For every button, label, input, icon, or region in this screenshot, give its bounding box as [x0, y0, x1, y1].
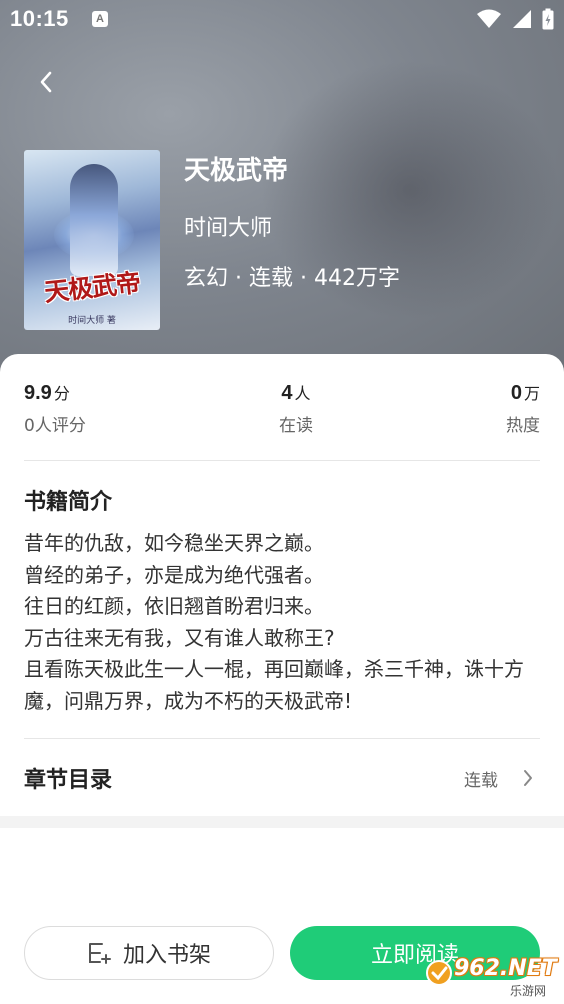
reading-unit: 人 [294, 384, 311, 403]
rating-stat: 9.9 分 0人评分 [24, 380, 86, 436]
heat-value: 0 [510, 382, 522, 404]
add-to-shelf-label: 加入书架 [122, 943, 211, 968]
chevron-right-icon [524, 770, 532, 786]
book-title: 天极武帝 [184, 156, 289, 186]
cover-figure [70, 164, 118, 276]
heat-label: 热度 [506, 416, 540, 436]
site-watermark: 962.NET 乐游网 [424, 954, 558, 1000]
intro-text: 昔年的仇敌，如今稳坐天界之巅。 曾经的弟子，亦是成为绝代强者。 往日的红颜，依旧… [24, 528, 544, 717]
notification-icon: A [92, 11, 108, 27]
back-button[interactable] [28, 62, 64, 102]
add-bookshelf-icon [88, 943, 111, 964]
divider [24, 738, 540, 739]
book-meta: 玄幻 · 连载 · 442万字 [184, 266, 400, 291]
book-cover[interactable]: 天极武帝 时间大师 著 [24, 150, 160, 330]
wifi-icon [477, 9, 501, 28]
divider [24, 460, 540, 461]
intro-line: 且看陈天极此生一人一棍，再回巅峰，杀三千神，诛十方魔，问鼎万界，成为不朽的天极武… [24, 657, 524, 713]
heat-stat: 0万 热度 [506, 380, 540, 436]
rating-value: 9.9 [24, 382, 52, 404]
status-bar: 10:15 A [0, 0, 564, 40]
intro-line: 曾经的弟子，亦是成为绝代强者。 [24, 562, 324, 587]
intro-line: 昔年的仇敌，如今稳坐天界之巅。 [24, 531, 324, 555]
heat-unit: 万 [523, 384, 540, 403]
chapter-list-row[interactable]: 章节目录 连载 [0, 748, 564, 812]
reading-stat: 4人 在读 [240, 380, 352, 436]
watermark-logo-text: 962.NET [454, 956, 557, 981]
toc-status: 连载 [464, 771, 498, 791]
watermark-logo-icon [426, 960, 452, 986]
rating-label: 0人评分 [24, 416, 86, 436]
book-author[interactable]: 时间大师 [184, 210, 272, 242]
rating-unit: 分 [53, 384, 70, 403]
add-to-shelf-button[interactable]: 加入书架 [24, 926, 274, 980]
signal-icon [513, 10, 531, 28]
reading-value: 4 [281, 382, 293, 404]
section-separator [0, 816, 564, 828]
battery-icon [542, 8, 554, 30]
intro-line: 万古往来无有我，又有谁人敢称王? [24, 625, 335, 650]
intro-line: 往日的红颜，依旧翘首盼君归来。 [24, 594, 324, 618]
cover-title: 天极武帝 [42, 268, 142, 307]
reading-label: 在读 [279, 416, 313, 436]
intro-title: 书籍简介 [24, 490, 113, 515]
watermark-subtext: 乐游网 [510, 984, 547, 998]
toc-title: 章节目录 [24, 768, 113, 793]
back-arrow-icon [40, 71, 52, 93]
status-time: 10:15 [10, 6, 69, 31]
cover-author: 时间大师 著 [68, 316, 116, 326]
